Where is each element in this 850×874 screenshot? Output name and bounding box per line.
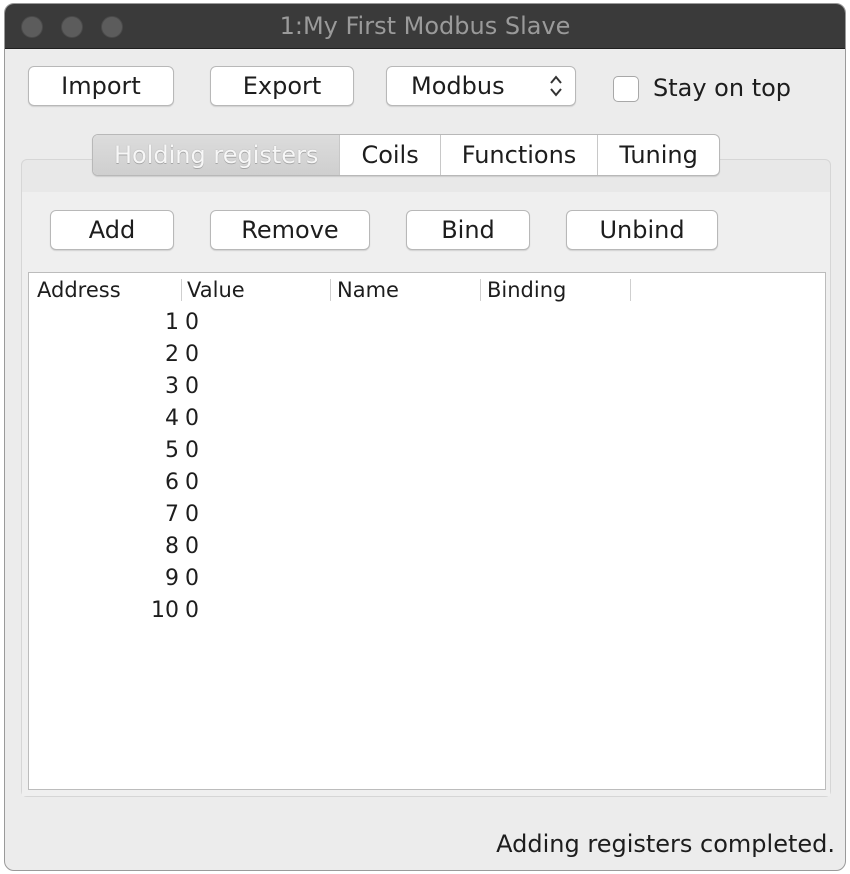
registers-table[interactable]: Address Value Name Binding 1 0 2 0 3 0 4…: [28, 272, 826, 790]
cell-address: 2: [165, 342, 179, 367]
tab-functions[interactable]: Functions: [439, 135, 598, 175]
cell-value[interactable]: 0: [185, 563, 199, 595]
title-bar[interactable]: 1:My First Modbus Slave: [5, 4, 845, 49]
status-message: Adding registers completed.: [496, 830, 835, 858]
column-header-binding[interactable]: Binding: [487, 273, 566, 305]
protocol-select-value: Modbus: [411, 72, 505, 100]
table-row[interactable]: 3 0: [29, 371, 825, 403]
cell-address: 1: [165, 310, 179, 335]
unbind-button[interactable]: Unbind: [566, 210, 718, 250]
table-row[interactable]: 4 0: [29, 403, 825, 435]
app-window: 1:My First Modbus Slave Import Export Mo…: [4, 3, 846, 871]
updown-chevron-icon: [550, 75, 562, 97]
table-row[interactable]: 5 0: [29, 435, 825, 467]
cell-value[interactable]: 0: [185, 467, 199, 499]
cell-address: 7: [165, 502, 179, 527]
cell-address: 6: [165, 470, 179, 495]
export-button[interactable]: Export: [210, 66, 354, 106]
tab-tuning[interactable]: Tuning: [597, 135, 719, 175]
cell-address: 3: [165, 374, 179, 399]
cell-address: 8: [165, 534, 179, 559]
cell-value[interactable]: 0: [185, 595, 199, 627]
table-row[interactable]: 6 0: [29, 467, 825, 499]
column-divider[interactable]: [181, 279, 182, 301]
column-divider[interactable]: [480, 279, 481, 301]
stay-on-top-label: Stay on top: [653, 74, 792, 102]
tab-holding-registers[interactable]: Holding registers: [93, 135, 340, 175]
cell-address: 10: [151, 598, 179, 623]
cell-address: 4: [165, 406, 179, 431]
protocol-select[interactable]: Modbus: [386, 66, 576, 106]
tab-bar: Holding registers Coils Functions Tuning: [92, 134, 720, 176]
column-header-address[interactable]: Address: [37, 273, 121, 305]
tab-coils[interactable]: Coils: [339, 135, 439, 175]
stay-on-top-checkbox[interactable]: [613, 76, 639, 102]
remove-button[interactable]: Remove: [210, 210, 370, 250]
table-row[interactable]: 7 0: [29, 499, 825, 531]
table-row[interactable]: 2 0: [29, 339, 825, 371]
table-row[interactable]: 8 0: [29, 531, 825, 563]
table-row[interactable]: 10 0: [29, 595, 825, 627]
column-divider[interactable]: [330, 279, 331, 301]
table-row[interactable]: 1 0: [29, 307, 825, 339]
cell-value[interactable]: 0: [185, 531, 199, 563]
cell-value[interactable]: 0: [185, 435, 199, 467]
bind-button[interactable]: Bind: [406, 210, 530, 250]
import-button[interactable]: Import: [28, 66, 174, 106]
cell-value[interactable]: 0: [185, 499, 199, 531]
cell-value[interactable]: 0: [185, 403, 199, 435]
cell-address: 5: [165, 438, 179, 463]
table-row[interactable]: 9 0: [29, 563, 825, 595]
cell-address: 9: [165, 566, 179, 591]
window-title: 1:My First Modbus Slave: [279, 12, 571, 40]
add-button[interactable]: Add: [50, 210, 174, 250]
column-header-value[interactable]: Value: [187, 273, 245, 305]
cell-value[interactable]: 0: [185, 339, 199, 371]
column-header-name[interactable]: Name: [337, 273, 399, 305]
cell-value[interactable]: 0: [185, 307, 199, 339]
cell-value[interactable]: 0: [185, 371, 199, 403]
table-header: Address Value Name Binding: [29, 273, 825, 305]
column-divider[interactable]: [630, 279, 631, 301]
